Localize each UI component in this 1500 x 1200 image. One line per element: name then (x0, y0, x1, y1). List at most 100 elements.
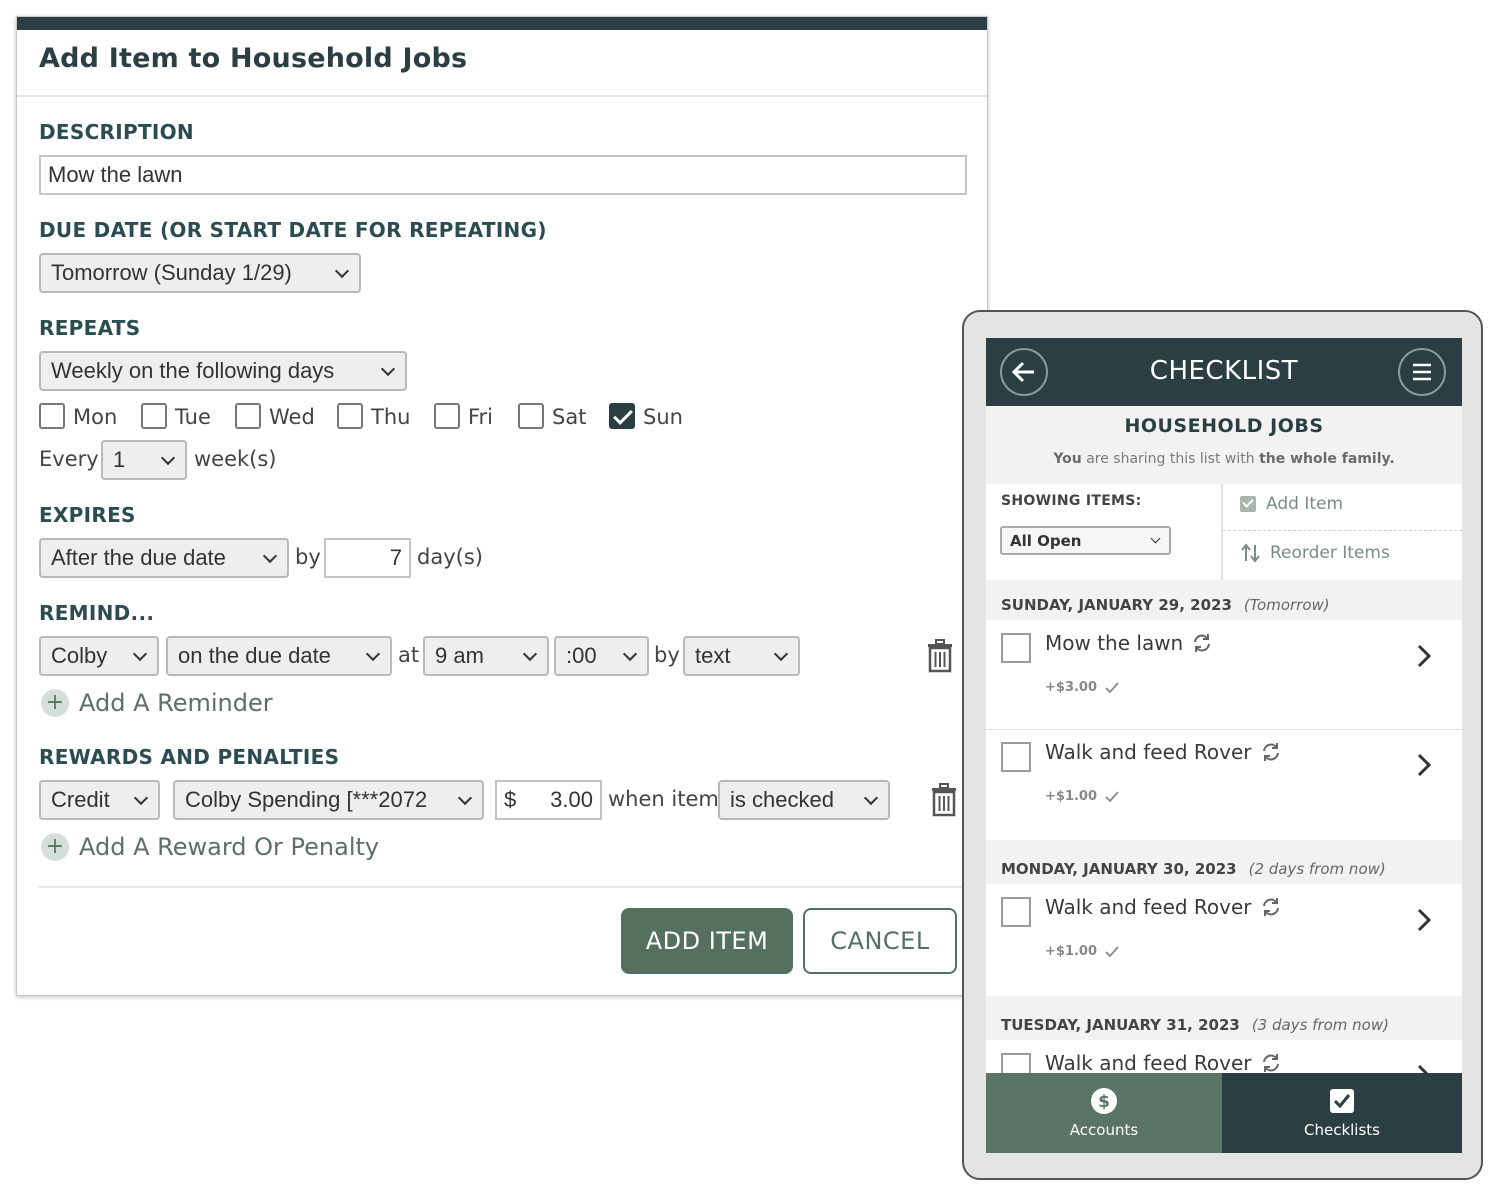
nav-tab-accounts[interactable]: $ Accounts (986, 1073, 1222, 1153)
checkbox-mon[interactable] (39, 403, 65, 429)
repeats-select[interactable]: Weekly on the following days (39, 351, 407, 391)
date-header-text: TUESDAY, JANUARY 31, 2023 (1001, 1016, 1240, 1034)
nav-tab-checklists[interactable]: Checklists (1222, 1073, 1462, 1153)
item-name[interactable]: Walk and feed Rover (1045, 895, 1282, 919)
check-icon (1105, 945, 1119, 957)
add-reward-link[interactable]: + Add A Reward Or Penalty (41, 833, 379, 861)
remind-minute-select[interactable]: :00 (554, 636, 649, 676)
reward-amount-input[interactable]: $ 3.00 (495, 780, 602, 820)
divider (986, 729, 1462, 730)
expires-days-input[interactable]: 7 (324, 538, 411, 578)
chevron-right-icon[interactable] (1414, 906, 1434, 934)
reorder-items-action[interactable]: Reorder Items (1240, 543, 1390, 563)
expires-value: After the due date (51, 545, 226, 570)
remind-who-select[interactable]: Colby (39, 636, 159, 676)
item-name[interactable]: Mow the lawn (1045, 631, 1213, 655)
chevron-down-icon (133, 649, 147, 663)
nav-tab-label: Checklists (1304, 1121, 1380, 1139)
hamburger-menu-icon (1413, 363, 1431, 381)
checkbox-sat[interactable] (518, 403, 544, 429)
checkbox-thu[interactable] (337, 403, 363, 429)
cancel-button[interactable]: CANCEL (803, 908, 957, 974)
chevron-down-icon (134, 793, 148, 807)
item-name-text: Walk and feed Rover (1045, 1051, 1252, 1075)
app-header: CHECKLIST (986, 338, 1462, 406)
add-item-dialog: Add Item to Household Jobs DESCRIPTION M… (16, 16, 988, 996)
reorder-items-label: Reorder Items (1270, 543, 1390, 563)
remind-hour-select[interactable]: 9 am (423, 636, 549, 676)
menu-button[interactable] (1398, 348, 1446, 396)
add-reminder-label: Add A Reminder (79, 689, 273, 717)
item-checkbox[interactable] (1001, 633, 1031, 663)
chevron-down-icon (458, 793, 472, 807)
trash-icon[interactable] (929, 783, 959, 817)
remind-method-select[interactable]: text (683, 636, 800, 676)
add-reminder-link[interactable]: + Add A Reminder (41, 689, 273, 717)
plus-icon: + (41, 833, 69, 861)
add-item-button[interactable]: ADD ITEM (621, 908, 793, 974)
repeats-label: REPEATS (39, 316, 141, 340)
every-label: Every (39, 447, 99, 471)
week-unit-label: week(s) (194, 447, 277, 471)
share-note-you: You (1053, 451, 1082, 467)
header-title: CHECKLIST (1149, 356, 1299, 386)
filter-select[interactable]: All Open (1000, 526, 1171, 555)
reward-account-select[interactable]: Colby Spending [***2072 (173, 780, 484, 820)
item-checkbox[interactable] (1001, 897, 1031, 927)
remind-when-value: on the due date (178, 643, 331, 668)
share-note: You are sharing this list with the whole… (986, 451, 1462, 467)
description-input[interactable]: Mow the lawn (39, 155, 967, 195)
expires-select[interactable]: After the due date (39, 538, 289, 578)
reward-type-select[interactable]: Credit (39, 780, 160, 820)
chevron-right-icon[interactable] (1414, 642, 1434, 670)
expires-unit-label: day(s) (417, 545, 483, 569)
checkbox-icon (1330, 1089, 1354, 1113)
item-reward: +$3.00 (1045, 680, 1119, 695)
day-label-mon: Mon (73, 405, 118, 429)
remind-when-select[interactable]: on the due date (166, 636, 392, 676)
item-name-text: Walk and feed Rover (1045, 740, 1252, 764)
day-label-sun: Sun (643, 405, 683, 429)
remind-at-label: at (398, 643, 420, 667)
due-date-label: DUE DATE (OR START DATE FOR REPEATING) (39, 218, 547, 242)
add-reward-label: Add A Reward Or Penalty (79, 833, 380, 861)
chevron-down-icon (523, 649, 537, 663)
item-checkbox[interactable] (1001, 742, 1031, 772)
reward-condition-value: is checked (730, 787, 834, 812)
reward-condition-select[interactable]: is checked (718, 780, 890, 820)
item-reward: +$1.00 (1045, 789, 1119, 804)
remind-by-label: by (654, 643, 680, 667)
date-header-relative: (Tomorrow) (1243, 596, 1330, 614)
dialog-title: Add Item to Household Jobs (39, 43, 468, 74)
phone-frame: CHECKLIST HOUSEHOLD JOBS You are sharing… (962, 310, 1483, 1180)
repeat-icon (1194, 634, 1211, 652)
checkbox-sun[interactable] (609, 403, 635, 429)
item-reward: +$1.00 (1045, 944, 1119, 959)
date-header-text: MONDAY, JANUARY 30, 2023 (1001, 860, 1237, 878)
chevron-right-icon[interactable] (1414, 751, 1434, 779)
every-select[interactable]: 1 (101, 440, 187, 480)
phone-screen: CHECKLIST HOUSEHOLD JOBS You are sharing… (986, 338, 1462, 1153)
checkbox-wed[interactable] (235, 403, 261, 429)
trash-icon[interactable] (925, 639, 955, 673)
repeat-icon (1262, 898, 1279, 916)
day-label-tue: Tue (175, 405, 211, 429)
checkbox-fri[interactable] (434, 403, 460, 429)
date-header: SUNDAY, JANUARY 29, 2023 (Tomorrow) (1001, 596, 1330, 614)
chevron-down-icon (263, 551, 277, 565)
due-date-select[interactable]: Tomorrow (Sunday 1/29) (39, 253, 361, 293)
expires-days-value: 7 (389, 545, 402, 570)
checkbox-tue[interactable] (141, 403, 167, 429)
item-name[interactable]: Walk and feed Rover (1045, 740, 1282, 764)
showing-items-label: SHOWING ITEMS: (1001, 493, 1142, 509)
item-name[interactable]: Walk and feed Rover (1045, 1051, 1282, 1075)
divider (39, 886, 963, 888)
chevron-down-icon (366, 649, 380, 663)
description-label: DESCRIPTION (39, 120, 194, 144)
remind-label: REMIND... (39, 601, 155, 625)
reward-type-value: Credit (51, 787, 110, 812)
share-note-who: the whole family. (1259, 451, 1395, 467)
expires-by-label: by (295, 545, 321, 569)
add-item-action[interactable]: Add Item (1240, 494, 1343, 514)
remind-minute-value: :00 (566, 643, 597, 668)
